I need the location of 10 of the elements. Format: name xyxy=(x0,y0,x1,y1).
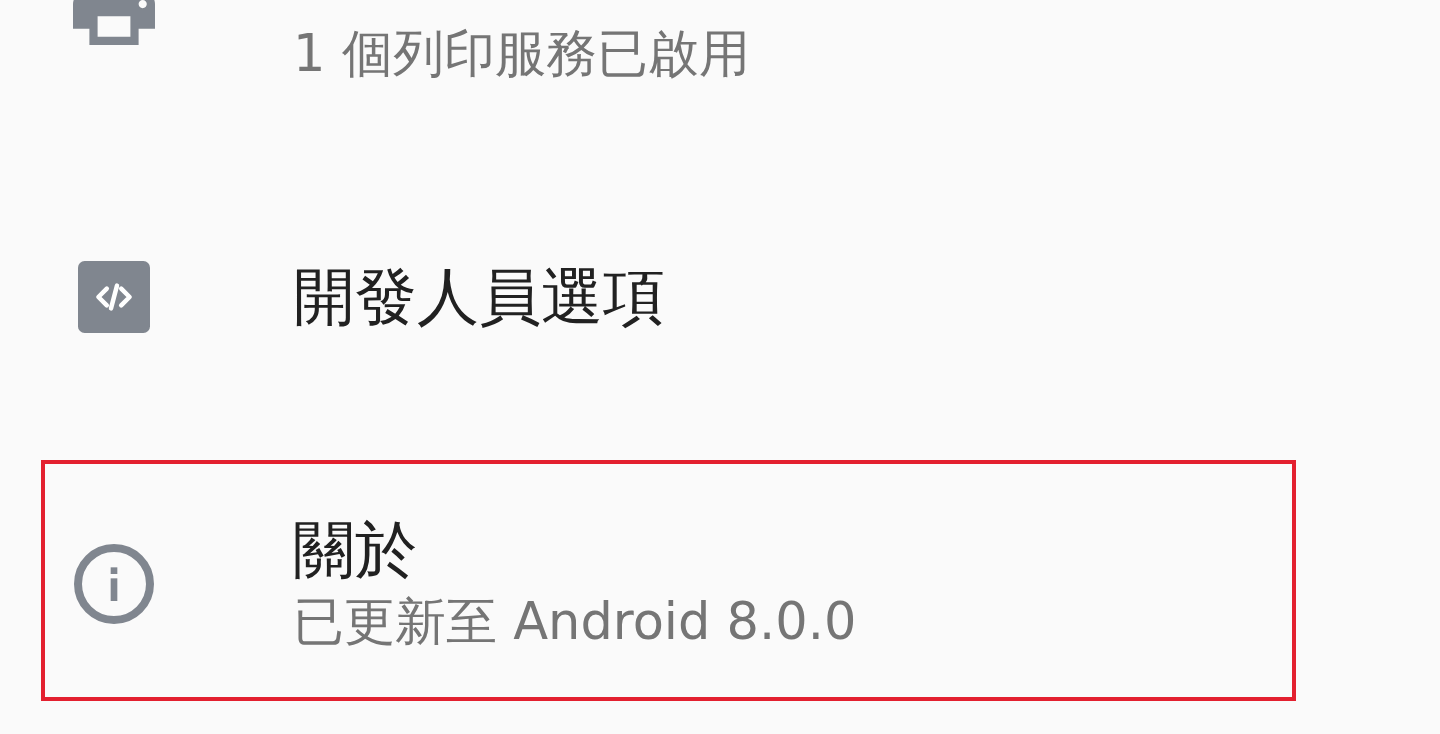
printer-icon xyxy=(73,0,155,45)
item-title: 關於 xyxy=(293,511,417,588)
settings-item[interactable]: 開發人員選項 xyxy=(41,190,1296,404)
settings-item[interactable]: 關於 已更新至 Android 8.0.0 xyxy=(41,460,1296,701)
item-title: 開發人員選項 xyxy=(293,259,665,335)
info-icon xyxy=(74,543,154,624)
settings-item[interactable]: 1 個列印服務已啟用 xyxy=(41,0,1296,190)
item-summary: 已更新至 Android 8.0.0 xyxy=(293,590,857,653)
item-summary: 1 個列印服務已啟用 xyxy=(293,23,750,85)
code-icon xyxy=(78,261,150,333)
